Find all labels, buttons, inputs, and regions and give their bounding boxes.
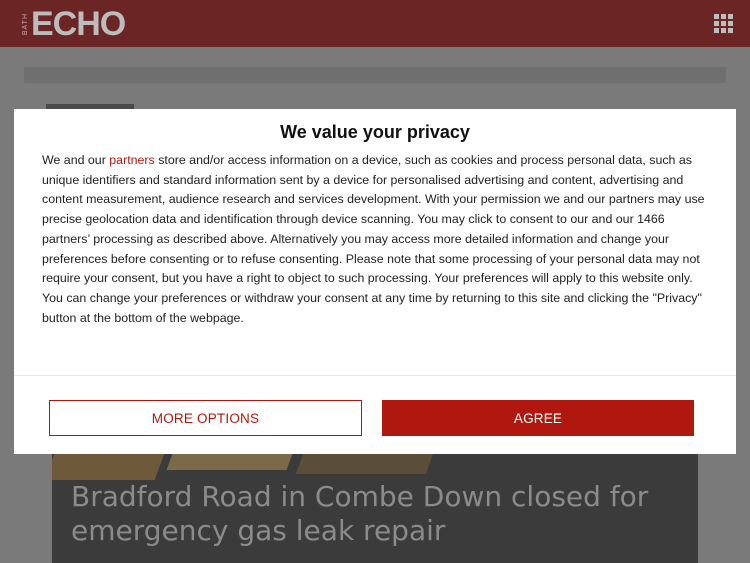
placeholder-bar <box>24 67 726 83</box>
logo-main-text: ECHO <box>31 5 126 43</box>
grid-menu-icon[interactable] <box>714 14 734 34</box>
dialog-title: We value your privacy <box>280 122 470 142</box>
logo-small-text: BATH <box>22 12 29 36</box>
body-text-rest: store and/or access information on a dev… <box>42 153 705 325</box>
more-options-button[interactable]: MORE OPTIONS <box>49 400 362 436</box>
body-text-start: We and our <box>42 153 110 167</box>
privacy-consent-dialog: We value your privacy We and our partner… <box>14 109 736 454</box>
dialog-divider <box>14 375 736 376</box>
article-hero[interactable]: Bradford Road in Combe Down closed for e… <box>52 440 698 563</box>
site-logo[interactable]: BATH ECHO <box>22 5 126 43</box>
dialog-body: We and our partners store and/or access … <box>42 151 708 328</box>
agree-button[interactable]: AGREE <box>382 400 694 436</box>
article-headline[interactable]: Bradford Road in Combe Down closed for e… <box>71 480 671 548</box>
site-header: BATH ECHO <box>0 0 750 47</box>
partners-link[interactable]: partners <box>109 153 154 167</box>
